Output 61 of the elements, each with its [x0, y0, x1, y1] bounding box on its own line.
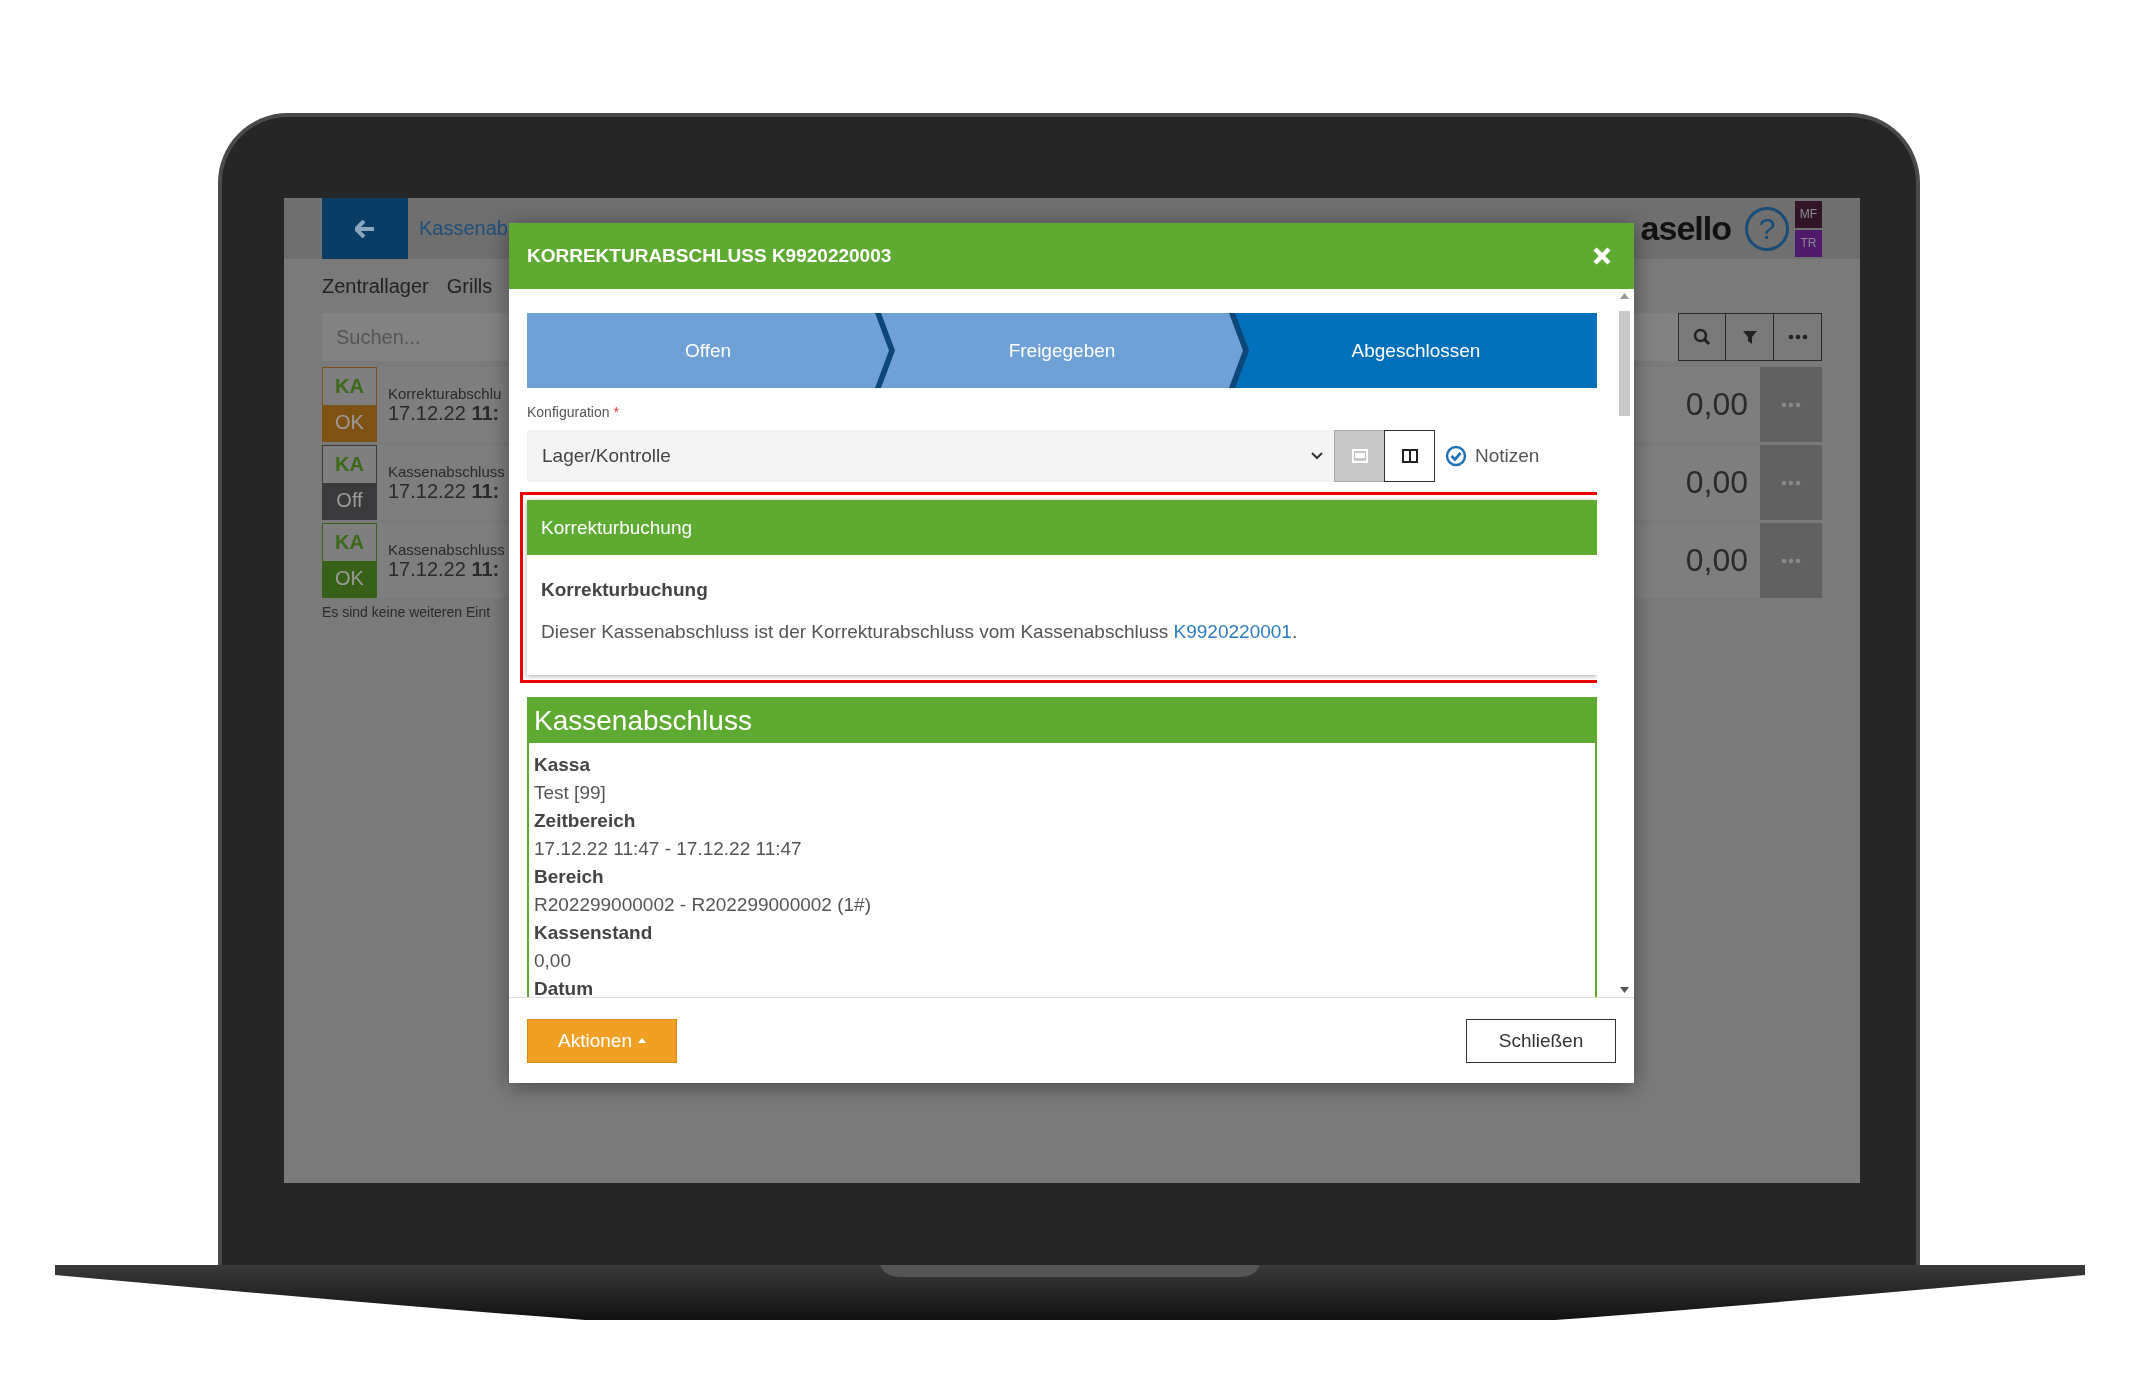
field-name: Kassenstand [534, 922, 654, 943]
user-badge[interactable]: TR [1795, 229, 1822, 257]
entry-date: 17.12.22 11: [388, 401, 501, 425]
card-heading: Korrekturbuchung [541, 579, 709, 601]
search-button[interactable] [1678, 313, 1726, 361]
field-value: R202299000002 - R202299000002 (1#) [534, 894, 872, 915]
status-badge: KA OK [322, 523, 377, 598]
field-name: Zeitbereich [534, 810, 637, 831]
search-icon [1693, 328, 1711, 346]
field-name: Bereich [534, 866, 605, 887]
scrollbar-thumb[interactable] [1619, 311, 1630, 416]
card-header: Korrekturbuchung [527, 500, 1597, 555]
view-toggle-button[interactable] [1384, 430, 1435, 482]
notes-toggle[interactable]: Notizen [1445, 445, 1540, 467]
field-label: Konfiguration * [527, 404, 620, 420]
entry-title: Kassenabschluss [388, 462, 505, 480]
logo: asello [1640, 209, 1731, 248]
view-toggle-button[interactable] [1334, 430, 1385, 482]
filter-icon [1741, 329, 1758, 345]
scroll-down-icon[interactable] [1620, 987, 1629, 993]
field-value: 17.12.22 11:47 - 17.12.22 11:47 [534, 838, 803, 859]
filter-button[interactable] [1726, 313, 1774, 361]
entry-amount: 0,00 [1685, 542, 1748, 579]
step-tab[interactable]: Abgeschlossen [1235, 313, 1597, 388]
entry-title: Kassenabschluss [388, 540, 505, 558]
entry-amount: 0,00 [1685, 386, 1748, 423]
close-button[interactable] [1592, 246, 1612, 266]
panel-title: Kassenabschluss [529, 699, 1595, 743]
caret-up-icon [637, 1038, 646, 1043]
field-value: Test [99] [534, 782, 607, 803]
single-pane-icon [1351, 449, 1368, 463]
status-badge: KA OK [322, 367, 377, 442]
entry-date: 17.12.22 11: [388, 557, 501, 581]
page-title: Kassenab [419, 217, 508, 240]
entry-date: 17.12.22 11: [388, 479, 501, 503]
location-tab[interactable]: Zentrallager [322, 274, 429, 298]
field-name: Kassa [534, 754, 591, 775]
list-footer-text: Es sind keine weiteren Eint [322, 604, 491, 620]
field-name: Datum [534, 978, 595, 997]
scroll-up-icon[interactable] [1620, 293, 1629, 299]
card-paragraph: Dieser Kassenabschluss ist der Korrekturabschluss vom Kassenabschluss K9920220001. [541, 621, 1299, 643]
status-badge: KA Off [322, 445, 377, 520]
more-icon [1787, 332, 1808, 342]
more-button[interactable] [1774, 313, 1822, 361]
actions-button[interactable]: Aktionen [527, 1018, 677, 1063]
step-tab[interactable]: Freigegeben [881, 313, 1243, 388]
entry-amount: 0,00 [1685, 464, 1748, 501]
entry-title: Korrekturabschlu [388, 384, 502, 402]
dialog-title: KORREKTURABSCHLUSS K9920220003 [527, 245, 893, 267]
closing-link[interactable]: K9920220001 [1173, 621, 1292, 642]
step-tab[interactable]: Offen [527, 313, 889, 388]
chevron-down-icon [1311, 452, 1323, 460]
close-dialog-button[interactable]: Schließen [1466, 1018, 1616, 1063]
user-badge[interactable]: MF [1795, 200, 1822, 228]
close-icon [1592, 246, 1612, 266]
location-tab[interactable]: Grills [446, 274, 493, 298]
configuration-select[interactable]: Lager/Kontrolle [527, 430, 1335, 482]
back-arrow-icon [355, 219, 375, 238]
split-pane-icon [1401, 449, 1418, 463]
back-button[interactable] [322, 198, 408, 259]
field-value: 0,00 [534, 950, 572, 971]
